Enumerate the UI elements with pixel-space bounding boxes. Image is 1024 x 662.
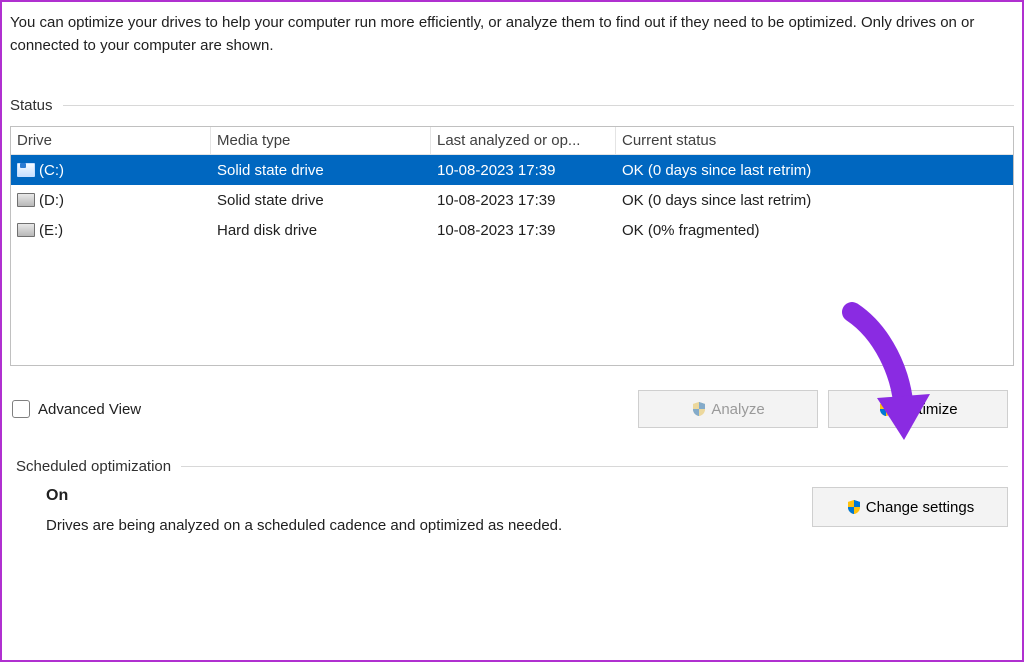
- drive-media: Solid state drive: [211, 192, 431, 209]
- drive-last: 10-08-2023 17:39: [431, 192, 616, 209]
- drive-last: 10-08-2023 17:39: [431, 222, 616, 239]
- drive-icon: [17, 193, 35, 207]
- divider: [63, 105, 1014, 106]
- drive-icon: [17, 223, 35, 237]
- analyze-button-label: Analyze: [711, 401, 764, 418]
- status-section-heading: Status: [10, 97, 1014, 114]
- table-row[interactable]: (C:) Solid state drive10-08-2023 17:39OK …: [11, 155, 1013, 185]
- optimize-button-label: Optimize: [898, 401, 957, 418]
- drive-list-header[interactable]: Drive Media type Last analyzed or op... …: [11, 127, 1013, 155]
- scheduled-desc: Drives are being analyzed on a scheduled…: [46, 517, 792, 534]
- drive-status: OK (0 days since last retrim): [616, 162, 1013, 179]
- column-header-drive[interactable]: Drive: [11, 127, 211, 154]
- table-row[interactable]: (E:) Hard disk drive10-08-2023 17:39OK (0…: [11, 215, 1013, 245]
- column-header-status[interactable]: Current status: [616, 127, 1013, 154]
- intro-text: You can optimize your drives to help you…: [10, 12, 1014, 57]
- scheduled-state: On: [46, 487, 792, 505]
- advanced-view-label: Advanced View: [38, 401, 141, 418]
- drive-status: OK (0% fragmented): [616, 222, 1013, 239]
- drive-letter: (C:): [39, 162, 64, 179]
- scheduled-section-heading: Scheduled optimization: [16, 458, 1008, 475]
- change-settings-label: Change settings: [866, 499, 974, 516]
- checkbox-icon: [12, 400, 30, 418]
- drive-letter: (E:): [39, 222, 63, 239]
- scheduled-section-label: Scheduled optimization: [16, 458, 171, 475]
- column-header-media[interactable]: Media type: [211, 127, 431, 154]
- drive-list[interactable]: Drive Media type Last analyzed or op... …: [10, 126, 1014, 366]
- shield-icon: [846, 499, 862, 515]
- table-row[interactable]: (D:) Solid state drive10-08-2023 17:39OK …: [11, 185, 1013, 215]
- status-section-label: Status: [10, 97, 53, 114]
- drive-letter: (D:): [39, 192, 64, 209]
- column-header-last[interactable]: Last analyzed or op...: [431, 127, 616, 154]
- drive-status: OK (0 days since last retrim): [616, 192, 1013, 209]
- drive-icon: [17, 163, 35, 177]
- analyze-button: Analyze: [638, 390, 818, 428]
- optimize-button[interactable]: Optimize: [828, 390, 1008, 428]
- drive-media: Hard disk drive: [211, 222, 431, 239]
- drive-last: 10-08-2023 17:39: [431, 162, 616, 179]
- divider: [181, 466, 1008, 467]
- change-settings-button[interactable]: Change settings: [812, 487, 1008, 527]
- shield-icon: [691, 401, 707, 417]
- shield-icon: [878, 401, 894, 417]
- drive-media: Solid state drive: [211, 162, 431, 179]
- advanced-view-checkbox[interactable]: Advanced View: [12, 400, 141, 418]
